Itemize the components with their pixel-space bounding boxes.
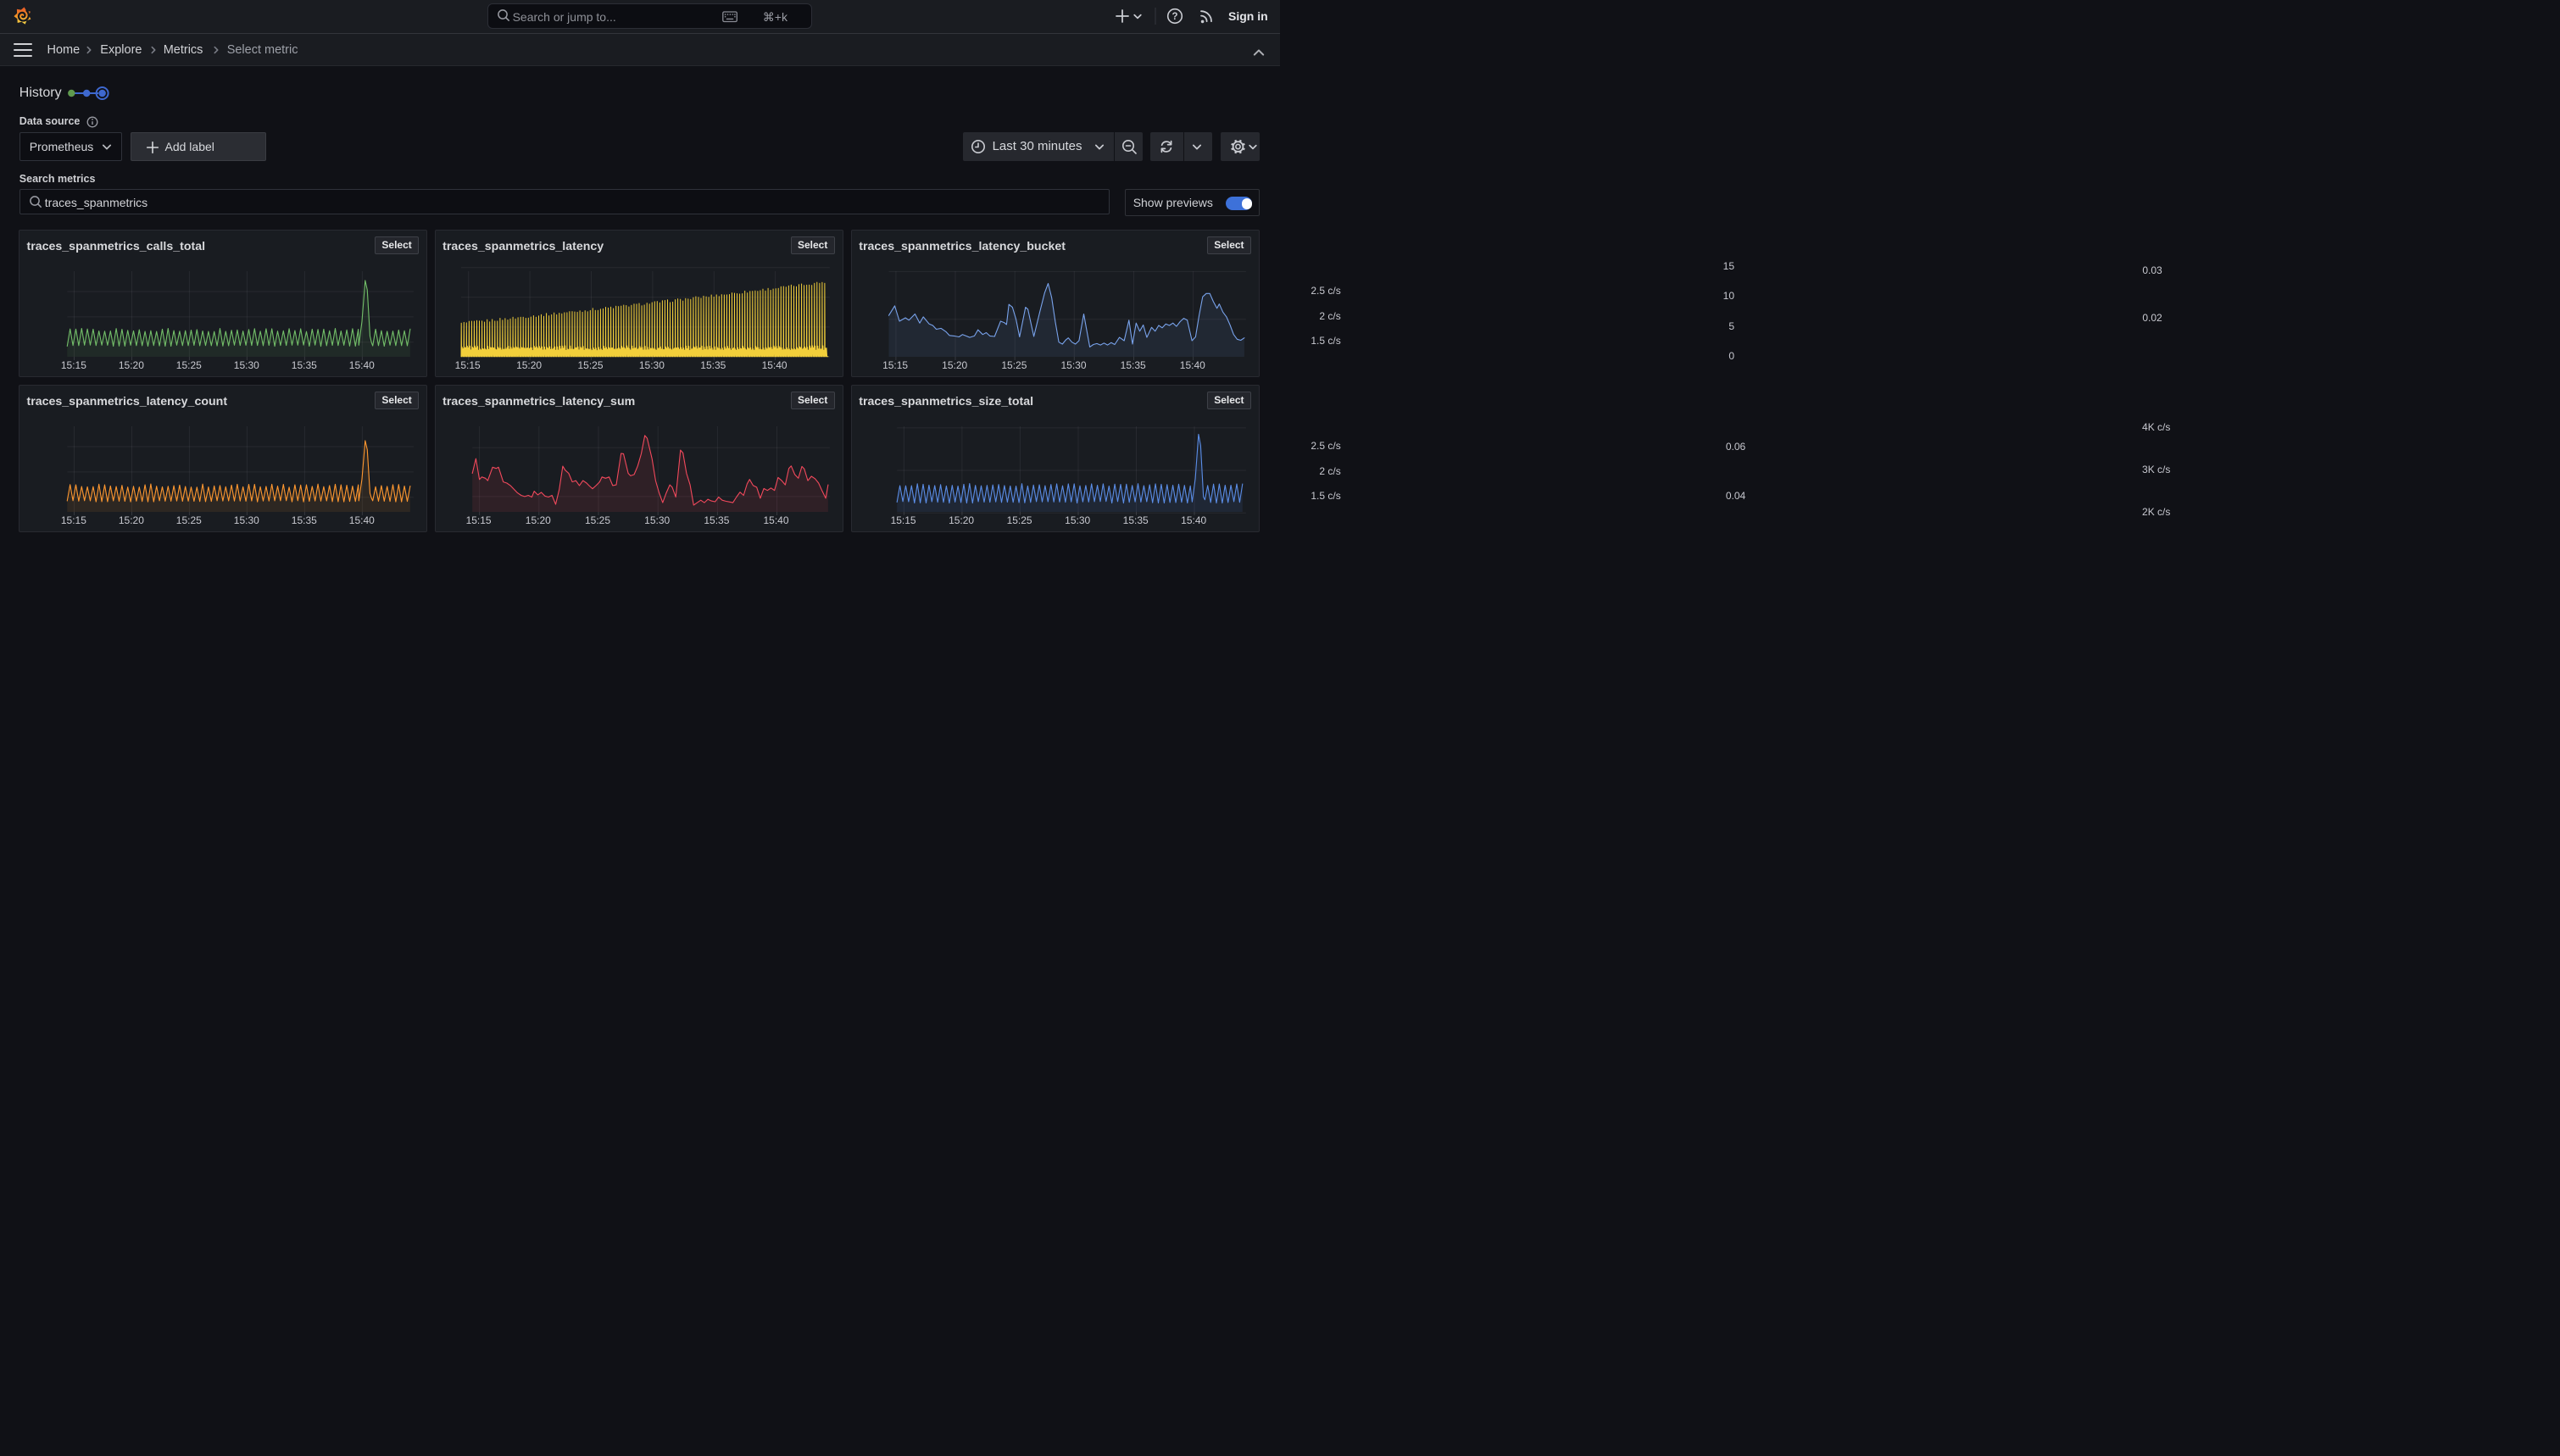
svg-text:?: ?: [1171, 12, 1177, 22]
